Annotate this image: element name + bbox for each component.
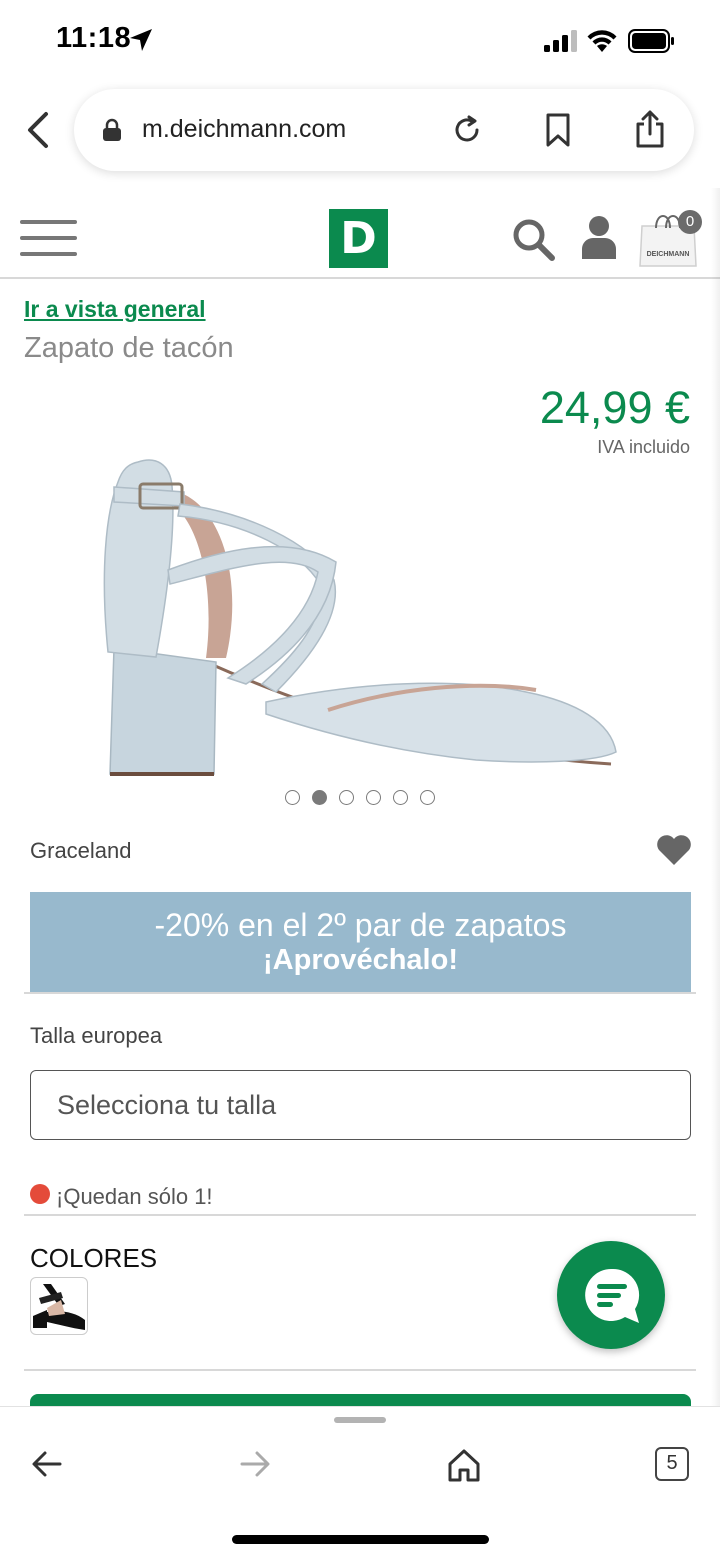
promo-text: -20% en el 2º par de zapatos [154, 907, 567, 943]
browser-toolbar: 5 [0, 1406, 720, 1557]
size-select[interactable]: Selecciona tu talla [30, 1070, 691, 1140]
carousel-dot[interactable] [420, 790, 435, 805]
carousel-dot[interactable] [393, 790, 408, 805]
divider [24, 992, 696, 994]
wifi-icon [586, 28, 618, 57]
promo-banner[interactable]: -20% en el 2º par de zapatos ¡Aprovéchal… [30, 892, 691, 992]
cart-brand-label: DEICHMANN [646, 251, 690, 258]
size-select-placeholder: Selecciona tu talla [57, 1090, 277, 1120]
arrow-right-icon[interactable] [238, 1449, 272, 1484]
site-header: D 0 DEICHMANN [0, 188, 720, 279]
scroll-edge [711, 188, 720, 1406]
stock-text: ¡Quedan sólo 1! [56, 1184, 213, 1209]
url-text[interactable]: m.deichmann.com [142, 115, 346, 144]
promo-cta: ¡Aprovéchalo! [263, 944, 458, 976]
divider [24, 1214, 696, 1216]
drag-handle[interactable] [334, 1417, 386, 1423]
home-icon[interactable] [446, 1447, 482, 1488]
color-swatch[interactable] [30, 1277, 88, 1335]
divider [24, 1369, 696, 1371]
product-image[interactable] [96, 452, 626, 792]
menu-icon[interactable] [20, 218, 78, 263]
product-title: Zapato de tacón [24, 332, 234, 364]
size-label: Talla europea [30, 1023, 163, 1048]
search-icon[interactable] [512, 218, 556, 267]
carousel-dot[interactable] [366, 790, 381, 805]
lock-icon [102, 118, 122, 147]
overview-link[interactable]: Ir a vista general [24, 296, 206, 323]
product-brand: Graceland [30, 838, 132, 863]
back-chevron-icon[interactable] [22, 110, 52, 155]
cart-count-badge: 0 [678, 210, 702, 234]
bookmark-icon[interactable] [544, 112, 572, 153]
share-icon[interactable] [634, 109, 666, 154]
colors-title: COLORES [30, 1243, 158, 1273]
signal-icon [544, 30, 578, 57]
status-bar: 11:18 [0, 0, 720, 82]
arrow-left-icon[interactable] [30, 1449, 64, 1484]
address-bar[interactable]: m.deichmann.com [74, 89, 694, 171]
carousel-dot[interactable] [285, 790, 300, 805]
status-time: 11:18 [56, 22, 132, 54]
deichmann-logo[interactable]: D [329, 209, 388, 268]
battery-icon [628, 29, 676, 58]
carousel-dot-active[interactable] [312, 790, 327, 805]
logo-letter: D [340, 213, 377, 264]
home-indicator [232, 1535, 489, 1544]
tabs-button[interactable]: 5 [655, 1447, 689, 1481]
carousel-dot[interactable] [339, 790, 354, 805]
reload-icon[interactable] [450, 113, 484, 152]
location-arrow-icon [128, 27, 154, 58]
product-price: 24,99 € [539, 382, 690, 433]
chat-button[interactable] [557, 1241, 665, 1349]
heart-icon[interactable] [656, 834, 692, 871]
stock-indicator-dot [30, 1184, 50, 1204]
user-icon[interactable] [580, 215, 618, 264]
chat-icon [581, 1265, 643, 1332]
